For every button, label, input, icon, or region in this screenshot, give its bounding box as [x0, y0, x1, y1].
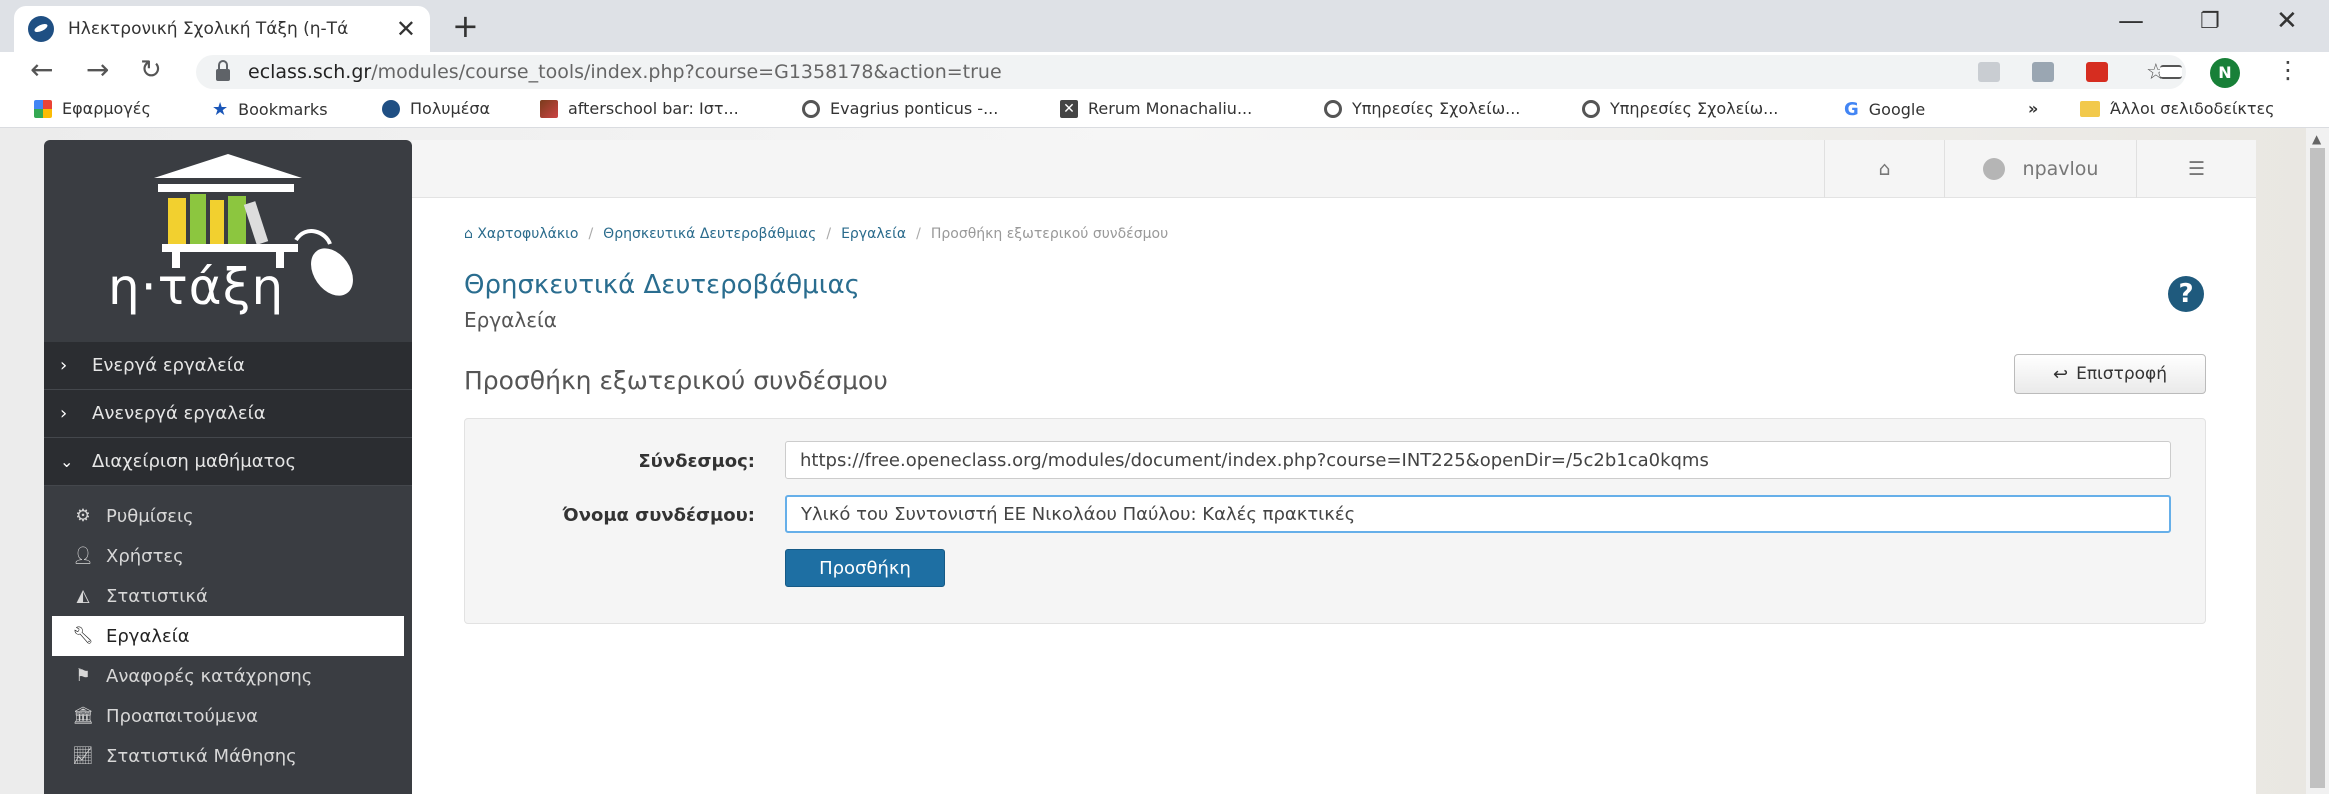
bank-icon: 🏛︎ [72, 706, 94, 726]
bookmark-ypiresies-1[interactable]: Υπηρεσίες Σχολείω... [1324, 99, 1520, 118]
url-text: eclass.sch.gr/modules/course_tools/index… [248, 61, 1002, 83]
scroll-thumb[interactable] [2310, 148, 2325, 788]
browser-menu-icon[interactable]: ⋮ [2276, 58, 2300, 82]
avatar [1982, 158, 2005, 180]
globe-icon [802, 99, 820, 118]
pdf-extension-icon[interactable] [1978, 62, 2000, 82]
bookmark-ypiresies-2[interactable]: Υπηρεσίες Σχολείω... [1582, 99, 1778, 118]
close-window-icon[interactable]: ✕ [2276, 8, 2298, 34]
course-title[interactable]: Θρησκευτικά Δευτεροβάθμιας [464, 270, 860, 300]
top-bar: ⌂ npavlou ☰ [412, 140, 2256, 198]
scroll-up-icon[interactable]: ▲ [2312, 132, 2321, 146]
link-name-input[interactable] [785, 495, 2171, 533]
username: npavlou [2022, 158, 2099, 180]
help-icon[interactable]: ? [2168, 276, 2204, 312]
site-logo[interactable]: η·τάξη [44, 140, 412, 342]
globe-icon [1582, 99, 1600, 118]
sidebar-section-active-tools[interactable]: › Ενεργά εργαλεία [44, 342, 412, 390]
bookmark-rerum[interactable]: ✕ Rerum Monachaliu... [1060, 99, 1252, 118]
sidebar-section-inactive-tools[interactable]: › Ανενεργά εργαλεία [44, 390, 412, 438]
sidebar: η·τάξη › Ενεργά εργαλεία › Ανενεργά εργα… [44, 140, 412, 794]
sidebar-item-users[interactable]: 👤︎ Χρήστες [52, 536, 404, 576]
breadcrumb-portfolio[interactable]: Χαρτοφυλάκιο [477, 226, 578, 242]
sidebar-item-prerequisites[interactable]: 🏛︎ Προαπαιτούμενα [52, 696, 404, 736]
folder-icon [2080, 100, 2100, 117]
sidebar-item-learning-stats[interactable]: 📈︎ Στατιστικά Μάθησης [52, 736, 404, 776]
browser-tab-strip: Ηλεκτρονική Σχολική Τάξη (η-Τά ✕ + — ❐ ✕ [0, 0, 2329, 52]
add-link-form: Σύνδεσμος: Όνομα συνδέσμου: Προσθήκη [464, 418, 2206, 624]
line-chart-icon: 📈︎ [72, 746, 94, 766]
lock-icon [216, 60, 230, 81]
course-subtitle: Εργαλεία [464, 308, 557, 332]
bookmark-apps[interactable]: Εφαρμογές [34, 99, 151, 118]
address-bar[interactable]: eclass.sch.gr/modules/course_tools/index… [196, 55, 2186, 89]
image-icon [540, 99, 558, 118]
x-box-icon: ✕ [1060, 99, 1078, 118]
flag-icon: ⚑ [75, 666, 91, 686]
other-bookmarks[interactable]: Άλλοι σελιδοδείκτες [2080, 99, 2275, 118]
forward-arrow-icon[interactable]: → [86, 56, 109, 84]
home-icon: ⌂ [1878, 158, 1891, 180]
browser-tab[interactable]: Ηλεκτρονική Σχολική Τάξη (η-Τά ✕ [14, 6, 430, 52]
link-label: Σύνδεσμος: [638, 451, 755, 472]
apps-grid-icon [34, 99, 52, 118]
cast-extension-icon[interactable] [2032, 62, 2054, 82]
wrench-icon: 🔧︎ [72, 626, 94, 646]
sidebar-item-statistics[interactable]: ◭ Στατιστικά [52, 576, 404, 616]
area-chart-icon: ◭ [76, 586, 90, 606]
reload-icon[interactable]: ↻ [140, 57, 162, 83]
star-icon: ★ [212, 99, 229, 120]
user-icon: 👤︎ [72, 546, 94, 566]
profile-avatar[interactable]: N [2210, 58, 2240, 88]
breadcrumb-tools[interactable]: Εργαλεία [841, 226, 906, 242]
back-button[interactable]: ↩ Επιστροφή [2014, 354, 2206, 394]
chevron-down-icon: ⌄ [60, 452, 74, 471]
more-bookmarks-button[interactable]: » [2028, 99, 2038, 118]
tab-title: Ηλεκτρονική Σχολική Τάξη (η-Τά [68, 19, 349, 39]
cogs-icon: ⚙ [75, 506, 91, 526]
chevron-right-icon: › [60, 403, 68, 424]
eclass-favicon-icon [28, 16, 54, 42]
options-button[interactable]: ☰ [2136, 140, 2256, 198]
home-button[interactable]: ⌂ [1824, 140, 1944, 198]
back-arrow-icon[interactable]: ← [30, 56, 53, 84]
close-tab-icon[interactable]: ✕ [396, 17, 416, 41]
eclass-icon [382, 99, 400, 118]
breadcrumb-course[interactable]: Θρησκευτικά Δευτεροβάθμιας [603, 226, 816, 242]
media-control-icon[interactable] [2160, 65, 2182, 79]
sidebar-item-settings[interactable]: ⚙ Ρυθμίσεις [52, 496, 404, 536]
link-name-label: Όνομα συνδέσμου: [562, 505, 755, 526]
browser-toolbar: ← → ↻ eclass.sch.gr/modules/course_tools… [0, 52, 2329, 92]
add-button[interactable]: Προσθήκη [785, 549, 945, 587]
globe-icon [1324, 99, 1342, 118]
sliders-icon: ☰ [2187, 158, 2206, 180]
restore-icon[interactable]: ❐ [2200, 11, 2220, 33]
page-scrollbar[interactable]: ▲ [2306, 128, 2329, 794]
sidebar-section-course-admin[interactable]: ⌄ Διαχείριση μαθήματος [44, 438, 412, 486]
bookmark-google[interactable]: G Google [1844, 99, 1925, 120]
red-extension-icon[interactable] [2086, 62, 2108, 82]
new-tab-icon[interactable]: + [452, 10, 479, 42]
logo-text: η·τάξη [108, 258, 285, 316]
reply-arrow-icon: ↩ [2052, 363, 2069, 385]
bookmark-bookmarks[interactable]: ★ Bookmarks [212, 99, 328, 120]
link-url-input[interactable] [785, 441, 2171, 479]
sidebar-item-abuse-reports[interactable]: ⚑ Αναφορές κατάχρησης [52, 656, 404, 696]
main-panel: ⌂ npavlou ☰ ⌂ Χαρτοφυλάκιο / Θρησκευτικά Δ… [412, 140, 2256, 794]
bookmark-polymesa[interactable]: Πολυμέσα [382, 99, 490, 118]
google-icon: G [1844, 99, 1859, 120]
bookmark-afterschool[interactable]: afterschool bar: Ιστ... [540, 99, 739, 118]
bookmark-evagrius[interactable]: Evagrius ponticus -... [802, 99, 998, 118]
breadcrumb: ⌂ Χαρτοφυλάκιο / Θρησκευτικά Δευτεροβάθμια… [464, 226, 1169, 242]
chevron-right-icon: › [60, 355, 68, 376]
minimize-icon[interactable]: — [2118, 8, 2144, 34]
breadcrumb-current: Προσθήκη εξωτερικού συνδέσμου [930, 226, 1169, 242]
sidebar-item-tools[interactable]: 🔧︎ Εργαλεία [52, 616, 404, 656]
bookmarks-bar: Εφαρμογές ★ Bookmarks Πολυμέσα afterscho… [0, 92, 2329, 128]
page-title: Προσθήκη εξωτερικού συνδέσμου [464, 366, 888, 395]
user-menu[interactable]: npavlou [1944, 140, 2136, 198]
breadcrumb-home-icon: ⌂ [464, 226, 478, 242]
